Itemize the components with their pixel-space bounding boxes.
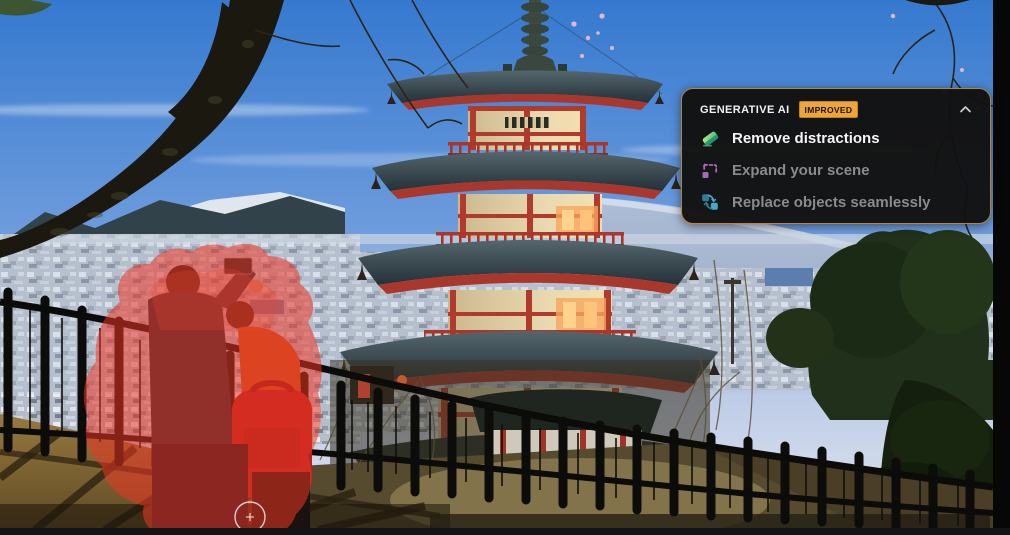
panel-title: GENERATIVE AI	[700, 104, 790, 116]
menu-item-expand-scene[interactable]: Expand your scene	[682, 154, 990, 186]
menu-item-label: Remove distractions	[732, 130, 880, 147]
canvas-right-gutter	[993, 0, 1010, 535]
menu-item-replace-objects[interactable]: Replace objects seamlessly	[682, 186, 990, 218]
panel-header: GENERATIVE AI IMPROVED	[682, 89, 990, 122]
menu-item-label: Replace objects seamlessly	[732, 194, 930, 211]
app-window: GENERATIVE AI IMPROVED	[0, 0, 1010, 535]
improved-badge: IMPROVED	[799, 101, 859, 118]
menu-item-label: Expand your scene	[732, 162, 870, 179]
menu-item-remove-distractions[interactable]: Remove distractions	[682, 122, 990, 154]
photo-canvas[interactable]	[0, 0, 993, 530]
chevron-up-icon[interactable]	[957, 103, 974, 116]
replace-icon	[700, 192, 720, 212]
generative-ai-panel: GENERATIVE AI IMPROVED	[681, 88, 991, 224]
bottom-bar	[0, 528, 1010, 535]
expand-icon	[700, 160, 720, 180]
eraser-icon	[700, 128, 720, 148]
